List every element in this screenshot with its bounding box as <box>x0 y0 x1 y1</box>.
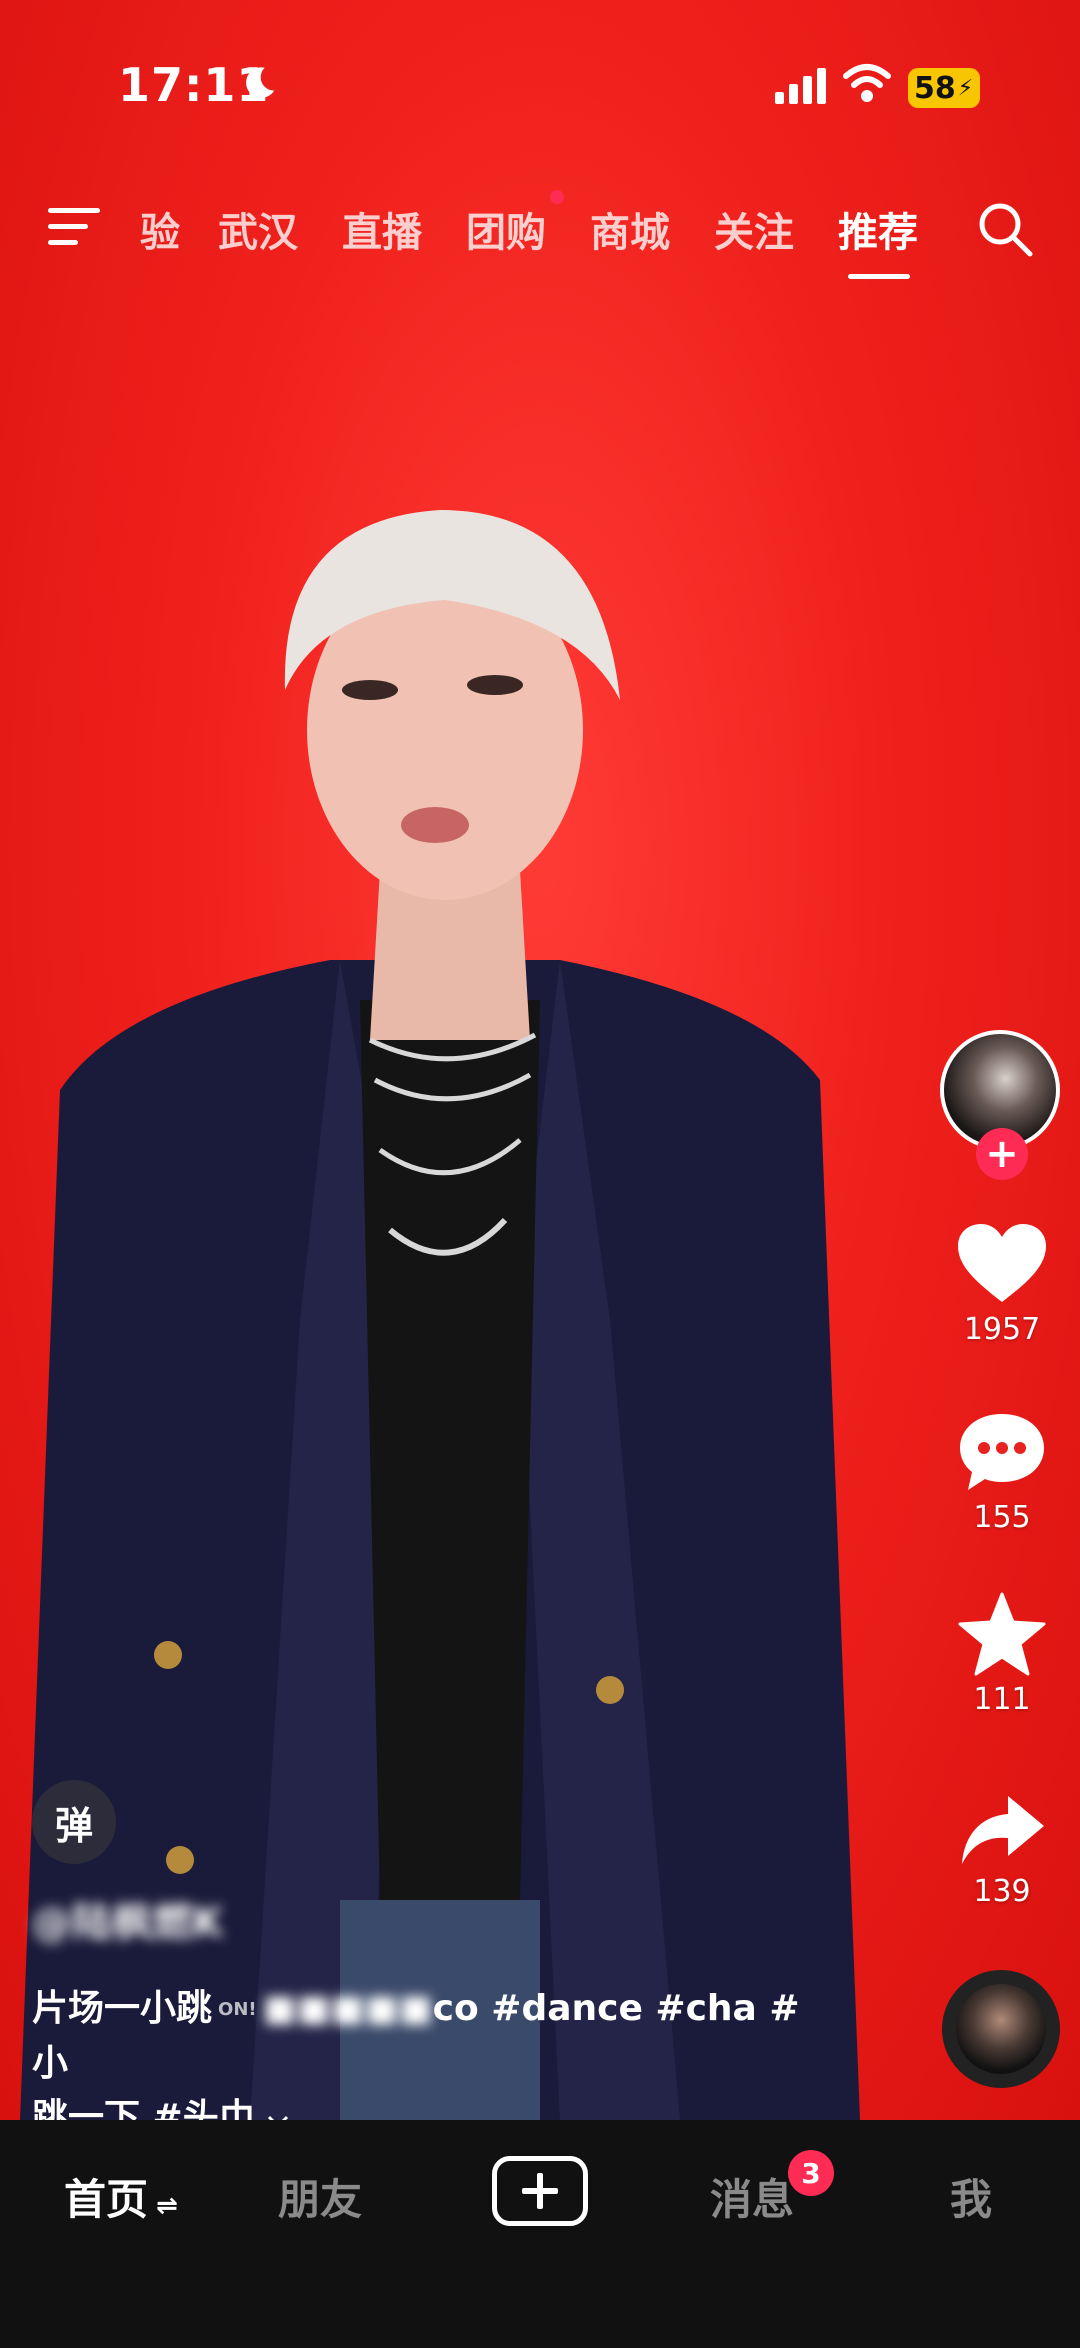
bottom-tab-bar: 首页 ⇌ 朋友 消息 3 我 <box>0 2120 1080 2348</box>
cellular-signal-icon <box>775 68 826 104</box>
tab-notification-dot <box>550 190 564 204</box>
nav-home[interactable]: 首页 ⇌ <box>64 2166 178 2227</box>
top-navigation: 验 武汉 直播 团购 商城 关注 推荐 <box>0 190 1080 290</box>
author-name[interactable]: @陆枫燃K <box>32 1890 223 1948</box>
plus-icon <box>522 2173 558 2209</box>
nav-me[interactable]: 我 <box>950 2166 992 2227</box>
heart-icon[interactable] <box>956 1222 1048 1306</box>
messages-unread-badge: 3 <box>788 2150 834 2196</box>
music-disc-avatar[interactable] <box>942 1970 1060 2088</box>
search-icon[interactable] <box>976 200 1034 258</box>
nav-home-label: 首页 <box>64 2175 149 2224</box>
tab-recommended[interactable]: 推荐 <box>838 200 918 258</box>
caption-blurred-text: ■■■■■ <box>262 1988 433 2029</box>
comment-icon[interactable] <box>956 1410 1048 1494</box>
follow-button[interactable]: + <box>976 1128 1028 1180</box>
status-bar: 17:11 58 ⚡ <box>0 0 1080 170</box>
share-arrow-icon[interactable] <box>958 1792 1046 1868</box>
video-player[interactable] <box>0 0 1080 2120</box>
nav-messages[interactable]: 消息 <box>710 2166 794 2227</box>
nav-friends[interactable]: 朋友 <box>278 2166 362 2227</box>
refresh-swap-icon: ⇌ <box>156 2191 178 2221</box>
share-count: 139 <box>973 1874 1031 1909</box>
favorite-count: 111 <box>973 1682 1031 1717</box>
charging-bolt-icon: ⚡ <box>957 75 974 101</box>
video-frame-person <box>20 510 860 2120</box>
menu-icon[interactable] <box>46 204 102 250</box>
active-tab-indicator <box>848 274 910 279</box>
battery-indicator: 58 ⚡ <box>908 68 980 108</box>
danmaku-toggle-button[interactable]: 弹 <box>32 1780 116 1864</box>
tab-experience[interactable]: 验 <box>140 200 180 258</box>
tab-following[interactable]: 关注 <box>714 200 794 258</box>
do-not-disturb-moon-icon <box>246 67 275 98</box>
author-handle: @陆枫燃K <box>32 1900 223 1946</box>
comment-action[interactable]: 155 <box>940 1410 1064 1535</box>
tab-wuhan[interactable]: 武汉 <box>218 200 298 258</box>
caption-on-badge: ON! <box>218 1999 257 2020</box>
wifi-icon <box>843 64 891 102</box>
like-count: 1957 <box>963 1312 1041 1347</box>
tab-mall[interactable]: 商城 <box>590 200 670 258</box>
tab-live[interactable]: 直播 <box>342 200 422 258</box>
star-icon[interactable] <box>958 1592 1046 1676</box>
like-action[interactable]: 1957 <box>940 1222 1064 1347</box>
battery-level: 58 <box>914 70 956 106</box>
comment-count: 155 <box>973 1500 1031 1535</box>
caption-text-a: 片场一小跳 <box>32 1988 213 2029</box>
tab-group-buy[interactable]: 团购 <box>466 200 546 258</box>
create-post-button[interactable] <box>492 2156 588 2226</box>
danmaku-label: 弹 <box>54 1803 93 1848</box>
share-action[interactable]: 139 <box>940 1792 1064 1909</box>
favorite-action[interactable]: 111 <box>940 1592 1064 1717</box>
